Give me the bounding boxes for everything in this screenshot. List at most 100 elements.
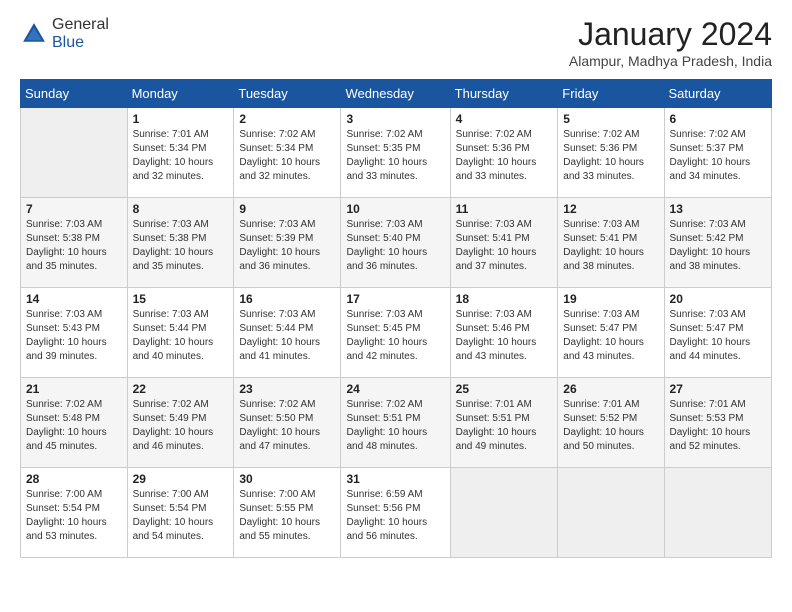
day-detail: Sunrise: 7:02 AMSunset: 5:37 PMDaylight:…: [670, 128, 766, 184]
day-detail: Sunrise: 7:03 AMSunset: 5:40 PMDaylight:…: [346, 218, 444, 274]
day-detail: Sunrise: 7:03 AMSunset: 5:47 PMDaylight:…: [563, 308, 658, 364]
day-header-sunday: Sunday: [21, 80, 128, 108]
calendar-cell: 1 Sunrise: 7:01 AMSunset: 5:34 PMDaylight…: [127, 108, 234, 198]
day-number: 29: [133, 472, 229, 486]
calendar-cell: 5Sunrise: 7:02 AMSunset: 5:36 PMDaylight…: [558, 108, 664, 198]
day-number: 9: [239, 202, 335, 216]
day-detail: Sunrise: 7:03 AMSunset: 5:46 PMDaylight:…: [456, 308, 553, 364]
day-header-wednesday: Wednesday: [341, 80, 450, 108]
logo-general-text: General: [52, 16, 109, 33]
day-detail: Sunrise: 7:01 AMSunset: 5:53 PMDaylight:…: [670, 398, 766, 454]
title-block: January 2024 Alampur, Madhya Pradesh, In…: [569, 16, 772, 69]
day-detail: Sunrise: 7:03 AMSunset: 5:47 PMDaylight:…: [670, 308, 766, 364]
calendar-cell: 30 Sunrise: 7:00 AMSunset: 5:55 PMDayligh…: [234, 468, 341, 558]
calendar-cell: 22 Sunrise: 7:02 AMSunset: 5:49 PMDayligh…: [127, 378, 234, 468]
day-number: 3: [346, 112, 444, 126]
calendar-cell: 3 Sunrise: 7:02 AMSunset: 5:35 PMDaylight…: [341, 108, 450, 198]
day-header-thursday: Thursday: [450, 80, 558, 108]
calendar-cell: 18 Sunrise: 7:03 AMSunset: 5:46 PMDayligh…: [450, 288, 558, 378]
calendar-cell: 14 Sunrise: 7:03 AMSunset: 5:43 PMDayligh…: [21, 288, 128, 378]
day-detail: Sunrise: 7:03 AMSunset: 5:41 PMDaylight:…: [456, 218, 553, 274]
day-number: 28: [26, 472, 122, 486]
day-number: 2: [239, 112, 335, 126]
calendar-cell: [558, 468, 664, 558]
calendar-week-5: 28 Sunrise: 7:00 AMSunset: 5:54 PMDayligh…: [21, 468, 772, 558]
day-number: 30: [239, 472, 335, 486]
day-detail: Sunrise: 7:03 AMSunset: 5:38 PMDaylight:…: [26, 218, 122, 274]
day-number: 26: [563, 382, 658, 396]
page: General Blue January 2024 Alampur, Madhy…: [0, 0, 792, 574]
day-detail: Sunrise: 7:02 AMSunset: 5:36 PMDaylight:…: [456, 128, 553, 184]
day-number: 23: [239, 382, 335, 396]
calendar-cell: 24 Sunrise: 7:02 AMSunset: 5:51 PMDayligh…: [341, 378, 450, 468]
day-number: 7: [26, 202, 122, 216]
day-number: 18: [456, 292, 553, 306]
subtitle: Alampur, Madhya Pradesh, India: [569, 53, 772, 69]
day-detail: Sunrise: 6:59 AMSunset: 5:56 PMDaylight:…: [346, 488, 444, 544]
day-number: 27: [670, 382, 766, 396]
calendar-week-1: 1 Sunrise: 7:01 AMSunset: 5:34 PMDaylight…: [21, 108, 772, 198]
calendar-cell: 11 Sunrise: 7:03 AMSunset: 5:41 PMDayligh…: [450, 198, 558, 288]
calendar-cell: 21 Sunrise: 7:02 AMSunset: 5:48 PMDayligh…: [21, 378, 128, 468]
day-detail: Sunrise: 7:02 AMSunset: 5:50 PMDaylight:…: [239, 398, 335, 454]
day-detail: Sunrise: 7:03 AMSunset: 5:44 PMDaylight:…: [239, 308, 335, 364]
calendar-table: SundayMondayTuesdayWednesdayThursdayFrid…: [20, 79, 772, 558]
day-detail: Sunrise: 7:00 AMSunset: 5:54 PMDaylight:…: [133, 488, 229, 544]
logo-blue-text: Blue: [52, 34, 84, 51]
day-number: 19: [563, 292, 658, 306]
day-detail: Sunrise: 7:01 AMSunset: 5:34 PMDaylight:…: [133, 128, 229, 184]
day-detail: Sunrise: 7:02 AMSunset: 5:51 PMDaylight:…: [346, 398, 444, 454]
month-title: January 2024: [569, 16, 772, 53]
day-detail: Sunrise: 7:03 AMSunset: 5:44 PMDaylight:…: [133, 308, 229, 364]
calendar-cell: 31Sunrise: 6:59 AMSunset: 5:56 PMDayligh…: [341, 468, 450, 558]
calendar-cell: [450, 468, 558, 558]
logo: General Blue: [20, 16, 109, 51]
calendar-cell: 19 Sunrise: 7:03 AMSunset: 5:47 PMDayligh…: [558, 288, 664, 378]
calendar-cell: 25 Sunrise: 7:01 AMSunset: 5:51 PMDayligh…: [450, 378, 558, 468]
calendar-cell: 28 Sunrise: 7:00 AMSunset: 5:54 PMDayligh…: [21, 468, 128, 558]
calendar-cell: 6 Sunrise: 7:02 AMSunset: 5:37 PMDaylight…: [664, 108, 771, 198]
day-number: 13: [670, 202, 766, 216]
day-number: 11: [456, 202, 553, 216]
day-detail: Sunrise: 7:00 AMSunset: 5:54 PMDaylight:…: [26, 488, 122, 544]
day-number: 22: [133, 382, 229, 396]
day-number: 21: [26, 382, 122, 396]
calendar-cell: 8Sunrise: 7:03 AMSunset: 5:38 PMDaylight…: [127, 198, 234, 288]
calendar-cell: 26Sunrise: 7:01 AMSunset: 5:52 PMDayligh…: [558, 378, 664, 468]
day-number: 10: [346, 202, 444, 216]
calendar-cell: [664, 468, 771, 558]
header: General Blue January 2024 Alampur, Madhy…: [20, 16, 772, 69]
day-number: 17: [346, 292, 444, 306]
day-number: 24: [346, 382, 444, 396]
calendar-cell: 23 Sunrise: 7:02 AMSunset: 5:50 PMDayligh…: [234, 378, 341, 468]
day-detail: Sunrise: 7:03 AMSunset: 5:38 PMDaylight:…: [133, 218, 229, 274]
calendar-cell: 9Sunrise: 7:03 AMSunset: 5:39 PMDaylight…: [234, 198, 341, 288]
day-detail: Sunrise: 7:03 AMSunset: 5:43 PMDaylight:…: [26, 308, 122, 364]
day-detail: Sunrise: 7:03 AMSunset: 5:45 PMDaylight:…: [346, 308, 444, 364]
calendar-cell: 29 Sunrise: 7:00 AMSunset: 5:54 PMDayligh…: [127, 468, 234, 558]
day-number: 6: [670, 112, 766, 126]
day-detail: Sunrise: 7:02 AMSunset: 5:35 PMDaylight:…: [346, 128, 444, 184]
day-detail: Sunrise: 7:00 AMSunset: 5:55 PMDaylight:…: [239, 488, 335, 544]
day-detail: Sunrise: 7:02 AMSunset: 5:48 PMDaylight:…: [26, 398, 122, 454]
day-detail: Sunrise: 7:02 AMSunset: 5:49 PMDaylight:…: [133, 398, 229, 454]
day-detail: Sunrise: 7:02 AMSunset: 5:36 PMDaylight:…: [563, 128, 658, 184]
calendar-cell: 13Sunrise: 7:03 AMSunset: 5:42 PMDayligh…: [664, 198, 771, 288]
calendar-cell: 10 Sunrise: 7:03 AMSunset: 5:40 PMDayligh…: [341, 198, 450, 288]
day-number: 25: [456, 382, 553, 396]
day-number: 15: [133, 292, 229, 306]
calendar-cell: [21, 108, 128, 198]
day-number: 1: [133, 112, 229, 126]
day-detail: Sunrise: 7:01 AMSunset: 5:51 PMDaylight:…: [456, 398, 553, 454]
calendar-cell: 20Sunrise: 7:03 AMSunset: 5:47 PMDayligh…: [664, 288, 771, 378]
calendar-week-3: 14 Sunrise: 7:03 AMSunset: 5:43 PMDayligh…: [21, 288, 772, 378]
calendar-header-row: SundayMondayTuesdayWednesdayThursdayFrid…: [21, 80, 772, 108]
day-number: 14: [26, 292, 122, 306]
calendar-cell: 4Sunrise: 7:02 AMSunset: 5:36 PMDaylight…: [450, 108, 558, 198]
day-number: 12: [563, 202, 658, 216]
calendar-week-4: 21 Sunrise: 7:02 AMSunset: 5:48 PMDayligh…: [21, 378, 772, 468]
calendar-cell: 17 Sunrise: 7:03 AMSunset: 5:45 PMDayligh…: [341, 288, 450, 378]
day-detail: Sunrise: 7:03 AMSunset: 5:41 PMDaylight:…: [563, 218, 658, 274]
day-number: 16: [239, 292, 335, 306]
day-header-friday: Friday: [558, 80, 664, 108]
